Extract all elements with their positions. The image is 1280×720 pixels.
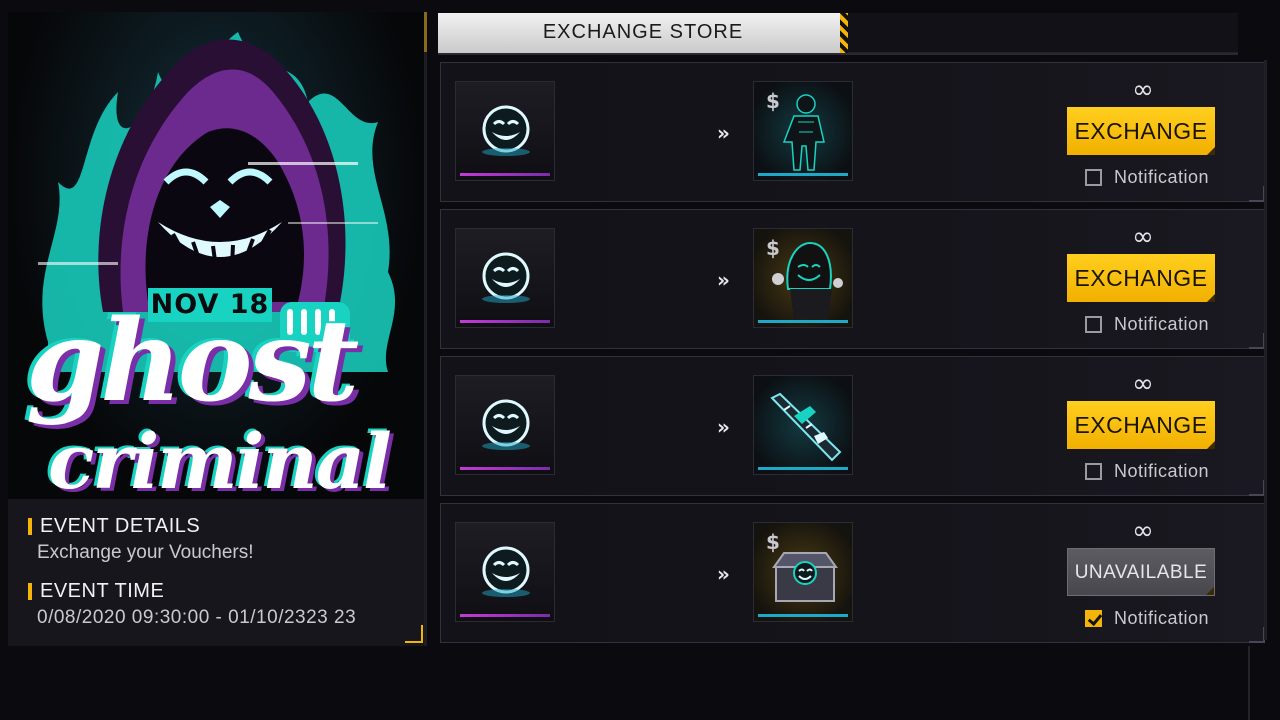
notification-label: Notification — [1114, 166, 1210, 187]
notification-toggle[interactable]: Notification — [1085, 312, 1209, 336]
heading-accent-bar — [28, 517, 32, 535]
exchange-arrow-icon: » — [717, 562, 730, 586]
panel-divider — [424, 12, 427, 646]
event-details-text: Exchange your Vouchers! — [37, 542, 254, 563]
exchange-row: » $ ∞ UNAVAILABLE Notification — [440, 503, 1265, 643]
stock-infinity-icon: ∞ — [1132, 369, 1154, 399]
exchange-button[interactable]: EXCHANGE — [1067, 107, 1215, 155]
svg-text:$: $ — [766, 530, 780, 554]
reward-slot[interactable]: $ — [753, 522, 853, 622]
svg-text:$: $ — [766, 89, 780, 113]
notification-toggle[interactable]: Notification — [1085, 459, 1209, 483]
notification-checkbox-checked[interactable] — [1085, 609, 1102, 627]
voucher-slot[interactable] — [455, 375, 555, 475]
voucher-slot[interactable] — [455, 81, 555, 181]
notification-toggle[interactable]: Notification — [1085, 606, 1209, 630]
exchange-row: » $ ∞ EXCHANGE Notification — [440, 62, 1265, 202]
stock-infinity-icon: ∞ — [1132, 75, 1154, 105]
rarity-bar — [460, 173, 550, 176]
event-time-label: EVENT TIME — [40, 579, 165, 602]
rarity-bar — [758, 614, 848, 617]
scrollbar[interactable] — [1264, 60, 1267, 640]
notification-label: Notification — [1114, 607, 1210, 628]
exchange-row: » $ ∞ EXCHANGE Notification — [440, 209, 1265, 349]
ghost-criminal-bundle-icon: $ — [766, 89, 825, 171]
exchange-arrow-icon: » — [717, 415, 730, 439]
tab-underline — [438, 53, 1238, 55]
rarity-bar — [758, 173, 848, 176]
exchange-arrow-icon: » — [717, 268, 730, 292]
notification-label: Notification — [1114, 313, 1210, 334]
event-banner: NOV 18 ghost criminal — [8, 12, 424, 499]
event-info: EVENT DETAILS Exchange your Vouchers! EV… — [8, 499, 424, 646]
event-details-label: EVENT DETAILS — [40, 514, 201, 537]
ghost-voucher-icon — [482, 546, 530, 597]
svg-text:$: $ — [766, 236, 780, 260]
rarity-bar — [758, 320, 848, 323]
notification-label: Notification — [1114, 460, 1210, 481]
notification-checkbox[interactable] — [1085, 315, 1102, 333]
event-time-text: 0/08/2020 09:30:00 - 01/10/2323 23 — [37, 607, 357, 628]
banner-title: ghost — [26, 296, 359, 427]
reward-slot[interactable]: $ — [753, 228, 853, 328]
notification-toggle[interactable]: Notification — [1085, 165, 1209, 189]
voucher-slot[interactable] — [455, 228, 555, 328]
rarity-bar — [758, 467, 848, 470]
heading-accent-bar — [28, 582, 32, 600]
corner-accent — [405, 625, 423, 643]
unavailable-button[interactable]: UNAVAILABLE — [1067, 548, 1215, 596]
bottom-strip — [0, 646, 1280, 720]
tab-exchange-store-label: EXCHANGE STORE — [542, 21, 744, 43]
ghost-voucher-icon — [482, 105, 530, 156]
tab-rail — [848, 13, 1238, 53]
ghost-voucher-icon — [482, 399, 530, 450]
tab-exchange-store[interactable]: EXCHANGE STORE — [438, 13, 848, 53]
event-details-heading: EVENT DETAILS — [28, 513, 424, 539]
banner-subtitle: criminal — [48, 417, 392, 500]
rarity-bar — [460, 467, 550, 470]
voucher-slot[interactable] — [455, 522, 555, 622]
notification-checkbox[interactable] — [1085, 168, 1102, 186]
stock-infinity-icon: ∞ — [1132, 516, 1154, 546]
exchange-arrow-icon: » — [717, 121, 730, 145]
reward-slot[interactable] — [753, 375, 853, 475]
stock-infinity-icon: ∞ — [1132, 222, 1154, 252]
event-panel: NOV 18 ghost criminal EVENT DETAILS Exch… — [8, 12, 424, 646]
rarity-bar — [460, 614, 550, 617]
notification-checkbox[interactable] — [1085, 462, 1102, 480]
ghost-voucher-icon — [482, 252, 530, 303]
exchange-row: » ∞ EXCHANGE Notification — [440, 356, 1265, 496]
rarity-bar — [460, 320, 550, 323]
ghost-loot-box-icon: $ — [766, 530, 838, 602]
ghost-gun-skin-icon — [770, 392, 842, 462]
tab-hazard-stripe — [840, 13, 848, 53]
event-time-heading: EVENT TIME — [28, 578, 424, 604]
reward-slot[interactable]: $ — [753, 81, 853, 181]
hooded-ghost-outfit-icon: $ — [766, 236, 843, 319]
bottom-divider — [1248, 646, 1250, 720]
exchange-button[interactable]: EXCHANGE — [1067, 401, 1215, 449]
exchange-button[interactable]: EXCHANGE — [1067, 254, 1215, 302]
